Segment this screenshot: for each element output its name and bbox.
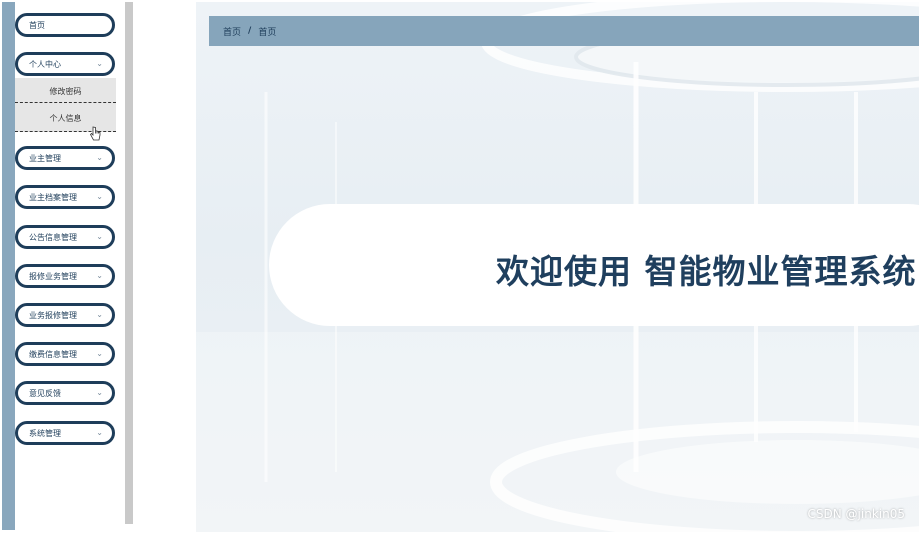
submenu-item-label: 修改密码 [49,86,82,96]
sidebar-item-announcement[interactable]: 公告信息管理 ⌄ [15,225,115,249]
chevron-down-icon: ⌄ [96,59,103,68]
sidebar-item-label: 缴费信息管理 [29,349,77,359]
chevron-down-icon: ⌄ [96,153,103,162]
sidebar-scrollbar[interactable] [125,2,133,524]
sidebar-item-repair-request[interactable]: 业务报修管理 ⌄ [15,303,115,327]
breadcrumb-separator: / [248,26,252,36]
chevron-down-icon: ⌄ [96,271,103,280]
sidebar-item-owner-management[interactable]: 业主管理 ⌄ [15,146,115,170]
sidebar-item-owner-archive[interactable]: 业主档案管理 ⌄ [15,185,115,209]
sidebar-item-system[interactable]: 系统管理 ⌄ [15,421,115,445]
chevron-down-icon: ⌄ [96,349,103,358]
main-content: 首页 / 首页 欢迎使用 智能物业管理系统 CSDN @jinkin05 [196,2,919,532]
sidebar-item-home[interactable]: 首页 [15,13,115,37]
chevron-down-icon: ⌄ [96,192,103,201]
sidebar-item-label: 业主档案管理 [29,192,77,202]
sidebar-item-label: 业主管理 [29,153,61,163]
breadcrumb: 首页 / 首页 [209,16,919,46]
sidebar-item-label: 系统管理 [29,428,61,438]
breadcrumb-root-link[interactable]: 首页 [223,25,241,38]
sidebar-item-payment[interactable]: 缴费信息管理 ⌄ [15,342,115,366]
chevron-down-icon: ⌄ [96,310,103,319]
sidebar-item-label: 业务报修管理 [29,310,77,320]
sidebar-item-personal-center[interactable]: 个人中心 ⌄ [15,52,115,76]
sidebar-item-feedback[interactable]: 意见反馈 ⌄ [15,381,115,405]
sidebar-item-label: 意见反馈 [29,388,61,398]
personal-center-submenu: 修改密码 个人信息 [15,78,116,132]
sidebar-item-label: 公告信息管理 [29,232,77,242]
left-color-strip [2,2,15,530]
chevron-down-icon: ⌄ [96,388,103,397]
hand-cursor-icon [90,126,101,141]
sidebar-item-label: 报修业务管理 [29,271,77,281]
watermark: CSDN @jinkin05 [807,507,905,521]
chevron-down-icon: ⌄ [96,232,103,241]
sidebar-item-label: 首页 [29,20,45,30]
submenu-item-change-password[interactable]: 修改密码 [15,78,116,104]
chevron-down-icon: ⌄ [96,428,103,437]
sidebar-item-repair-business[interactable]: 报修业务管理 ⌄ [15,264,115,288]
submenu-item-label: 个人信息 [49,113,82,123]
welcome-title: 欢迎使用 智能物业管理系统 [496,252,917,291]
breadcrumb-current: 首页 [258,27,277,38]
sidebar-item-label: 个人中心 [29,59,61,69]
